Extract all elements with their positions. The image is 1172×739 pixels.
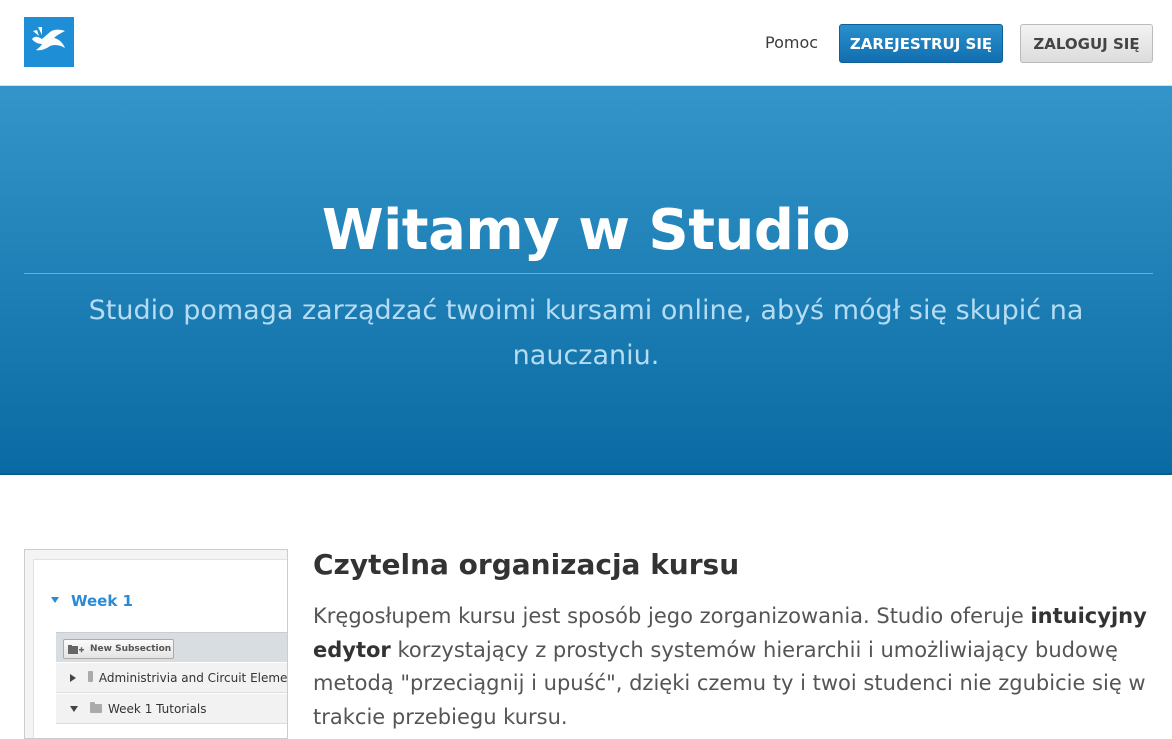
list-item: Administrivia and Circuit Elements <box>56 663 288 693</box>
hero-title: Witamy w Studio <box>321 198 851 263</box>
login-button[interactable]: ZALOGUJ SIĘ <box>1020 24 1153 63</box>
feature-description: Kręgosłupem kursu jest sposób jego zorga… <box>313 600 1153 734</box>
dove-icon <box>32 27 65 51</box>
week-label: Week 1 <box>71 592 133 610</box>
folder-icon <box>90 702 102 713</box>
chevron-right-icon <box>70 673 76 682</box>
register-button[interactable]: ZAREJESTRUJ SIĘ <box>839 24 1003 63</box>
new-subsection-label: New Subsection <box>90 644 172 654</box>
folder-plus-icon <box>68 644 84 654</box>
help-link[interactable]: Pomoc <box>765 33 818 52</box>
list-item-label: Administrivia and Circuit Elements <box>98 670 288 685</box>
dove-logo-icon[interactable] <box>24 17 74 67</box>
new-subsection-button: New Subsection <box>63 639 174 659</box>
site-header: Pomoc ZAREJESTRUJ SIĘ ZALOGUJ SIĘ <box>0 0 1172 86</box>
list-item: Week 1 Tutorials <box>56 694 287 724</box>
hero-subtitle: Studio pomaga zarządzać twoimi kursami o… <box>88 295 1084 371</box>
chevron-down-icon <box>51 597 59 603</box>
feature-screenshot: Week 1 New Subsection Administrivia and … <box>24 549 288 739</box>
folder-icon <box>88 671 93 682</box>
hero-banner: Witamy w Studio Studio pomaga zarządzać … <box>0 86 1172 475</box>
feature-title: Czytelna organizacja kursu <box>313 548 740 581</box>
feature-text-start: Kręgosłupem kursu jest sposób jego zorga… <box>313 604 1031 628</box>
hero-divider <box>24 273 1153 274</box>
chevron-down-icon <box>70 705 78 712</box>
feature-text-end: korzystający z prostych systemów hierarc… <box>313 637 1146 729</box>
list-item-label: Week 1 Tutorials <box>108 701 207 716</box>
